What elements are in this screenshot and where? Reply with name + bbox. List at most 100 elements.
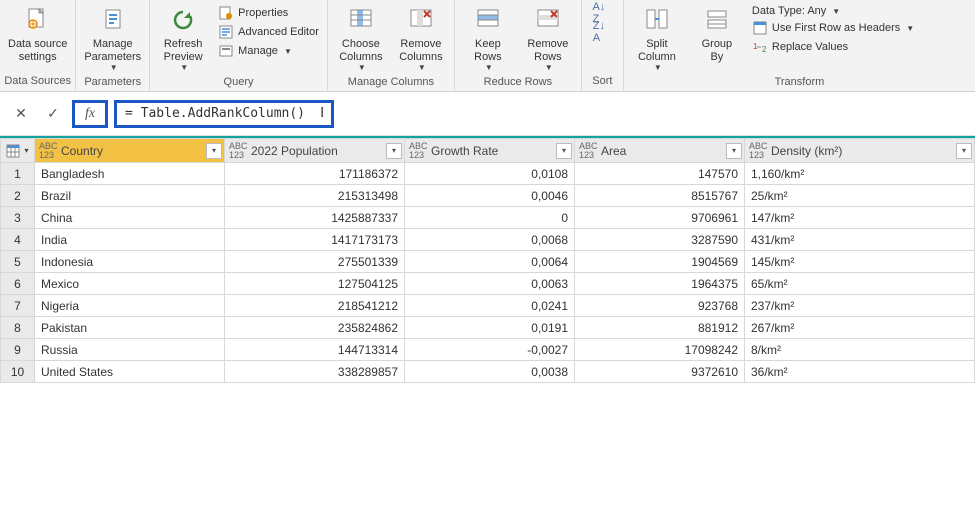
row-number[interactable]: 8 [1, 317, 35, 339]
cell-country[interactable]: India [35, 229, 225, 251]
cell-area[interactable]: 3287590 [575, 229, 745, 251]
column-header-country[interactable]: ABC123Country▾ [35, 139, 225, 163]
table-corner[interactable]: ▾ [1, 139, 35, 163]
cell-area[interactable]: 1964375 [575, 273, 745, 295]
cell-country[interactable]: China [35, 207, 225, 229]
table-row[interactable]: 9Russia144713314-0,0027170982428/km² [1, 339, 975, 361]
remove-columns-button[interactable]: Remove Columns ▼ [392, 2, 450, 74]
cell-population[interactable]: 275501339 [225, 251, 405, 273]
filter-button[interactable]: ▾ [726, 143, 742, 159]
cell-density[interactable]: 145/km² [745, 251, 975, 273]
cell-country[interactable]: Pakistan [35, 317, 225, 339]
cell-growth[interactable]: -0,0027 [405, 339, 575, 361]
cell-population[interactable]: 1425887337 [225, 207, 405, 229]
cell-growth[interactable]: 0,0046 [405, 185, 575, 207]
table-row[interactable]: 1Bangladesh1711863720,01081475701,160/km… [1, 163, 975, 185]
cell-population[interactable]: 235824862 [225, 317, 405, 339]
cell-population[interactable]: 144713314 [225, 339, 405, 361]
sort-descending-button[interactable]: Z↓A [586, 23, 612, 41]
manage-parameters-button[interactable]: Manage Parameters ▼ [80, 2, 145, 74]
formula-input[interactable] [123, 105, 325, 122]
cell-area[interactable]: 147570 [575, 163, 745, 185]
column-header-density[interactable]: ABC123Density (km²)▾ [745, 139, 975, 163]
cell-growth[interactable]: 0 [405, 207, 575, 229]
cell-area[interactable]: 1904569 [575, 251, 745, 273]
row-number[interactable]: 4 [1, 229, 35, 251]
cell-growth[interactable]: 0,0108 [405, 163, 575, 185]
cell-area[interactable]: 923768 [575, 295, 745, 317]
column-header-growth[interactable]: ABC123Growth Rate▾ [405, 139, 575, 163]
cell-growth[interactable]: 0,0064 [405, 251, 575, 273]
cell-area[interactable]: 9706961 [575, 207, 745, 229]
filter-button[interactable]: ▾ [956, 143, 972, 159]
table-row[interactable]: 6Mexico1275041250,0063196437565/km² [1, 273, 975, 295]
cell-area[interactable]: 8515767 [575, 185, 745, 207]
cancel-formula-button[interactable]: ✕ [8, 101, 34, 127]
cell-area[interactable]: 881912 [575, 317, 745, 339]
cell-population[interactable]: 218541212 [225, 295, 405, 317]
cell-density[interactable]: 147/km² [745, 207, 975, 229]
cell-density[interactable]: 431/km² [745, 229, 975, 251]
cell-country[interactable]: Mexico [35, 273, 225, 295]
row-number[interactable]: 2 [1, 185, 35, 207]
data-source-settings-button[interactable]: Data source settings [4, 2, 71, 65]
fx-button[interactable]: fx [72, 100, 108, 128]
remove-rows-button[interactable]: Remove Rows ▼ [519, 2, 577, 74]
confirm-formula-button[interactable]: ✓ [40, 101, 66, 127]
table-row[interactable]: 8Pakistan2358248620,0191881912267/km² [1, 317, 975, 339]
cell-country[interactable]: Russia [35, 339, 225, 361]
cell-country[interactable]: Bangladesh [35, 163, 225, 185]
table-row[interactable]: 3China142588733709706961147/km² [1, 207, 975, 229]
cell-density[interactable]: 8/km² [745, 339, 975, 361]
table-row[interactable]: 10United States3382898570,0038937261036/… [1, 361, 975, 383]
cell-growth[interactable]: 0,0191 [405, 317, 575, 339]
column-header-area[interactable]: ABC123Area▾ [575, 139, 745, 163]
row-number[interactable]: 3 [1, 207, 35, 229]
row-number[interactable]: 5 [1, 251, 35, 273]
cell-area[interactable]: 17098242 [575, 339, 745, 361]
column-header-population[interactable]: ABC1232022 Population▾ [225, 139, 405, 163]
cell-density[interactable]: 237/km² [745, 295, 975, 317]
table-row[interactable]: 4India14171731730,00683287590431/km² [1, 229, 975, 251]
table-row[interactable]: 7Nigeria2185412120,0241923768237/km² [1, 295, 975, 317]
filter-button[interactable]: ▾ [556, 143, 572, 159]
table-row[interactable]: 5Indonesia2755013390,00641904569145/km² [1, 251, 975, 273]
cell-country[interactable]: Brazil [35, 185, 225, 207]
replace-values-button[interactable]: 12 Replace Values [748, 38, 918, 56]
cell-density[interactable]: 25/km² [745, 185, 975, 207]
split-column-button[interactable]: Split Column ▼ [628, 2, 686, 74]
cell-growth[interactable]: 0,0063 [405, 273, 575, 295]
data-type-button[interactable]: Data Type: Any ▼ [748, 4, 918, 18]
refresh-preview-button[interactable]: Refresh Preview ▼ [154, 2, 212, 74]
advanced-editor-button[interactable]: Advanced Editor [214, 23, 323, 41]
table-row[interactable]: 2Brazil2153134980,0046851576725/km² [1, 185, 975, 207]
row-number[interactable]: 6 [1, 273, 35, 295]
cell-population[interactable]: 215313498 [225, 185, 405, 207]
filter-button[interactable]: ▾ [206, 143, 222, 159]
row-number[interactable]: 10 [1, 361, 35, 383]
row-number[interactable]: 7 [1, 295, 35, 317]
cell-population[interactable]: 127504125 [225, 273, 405, 295]
filter-button[interactable]: ▾ [386, 143, 402, 159]
cell-population[interactable]: 171186372 [225, 163, 405, 185]
cell-density[interactable]: 65/km² [745, 273, 975, 295]
first-row-headers-button[interactable]: Use First Row as Headers ▼ [748, 19, 918, 37]
cell-population[interactable]: 338289857 [225, 361, 405, 383]
cell-area[interactable]: 9372610 [575, 361, 745, 383]
cell-country[interactable]: United States [35, 361, 225, 383]
group-by-button[interactable]: Group By [688, 2, 746, 65]
cell-population[interactable]: 1417173173 [225, 229, 405, 251]
cell-growth[interactable]: 0,0038 [405, 361, 575, 383]
row-number[interactable]: 1 [1, 163, 35, 185]
keep-rows-button[interactable]: Keep Rows ▼ [459, 2, 517, 74]
manage-button[interactable]: Manage ▼ [214, 42, 323, 60]
cell-country[interactable]: Nigeria [35, 295, 225, 317]
properties-button[interactable]: Properties [214, 4, 323, 22]
choose-columns-button[interactable]: Choose Columns ▼ [332, 2, 390, 74]
cell-growth[interactable]: 0,0068 [405, 229, 575, 251]
cell-density[interactable]: 1,160/km² [745, 163, 975, 185]
cell-growth[interactable]: 0,0241 [405, 295, 575, 317]
cell-country[interactable]: Indonesia [35, 251, 225, 273]
cell-density[interactable]: 267/km² [745, 317, 975, 339]
cell-density[interactable]: 36/km² [745, 361, 975, 383]
